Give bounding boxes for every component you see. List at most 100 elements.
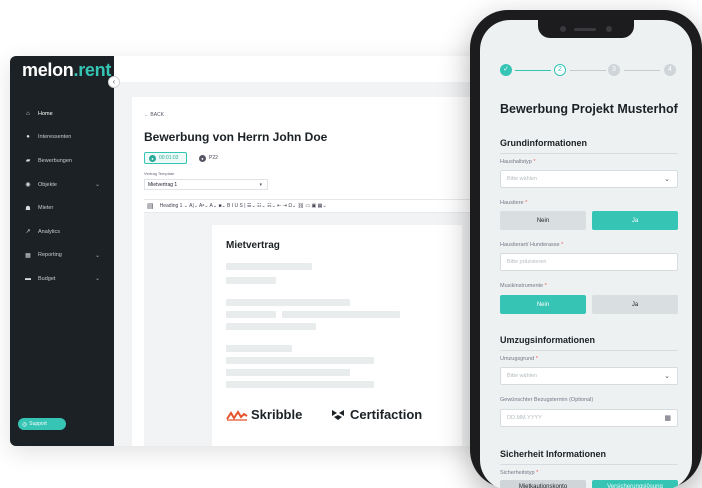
haushaltstyp-select[interactable]: Bitte wählen ⌄ xyxy=(500,170,678,188)
required-mark: * xyxy=(544,283,547,289)
timer-badge: ● 00:01:03 xyxy=(144,152,187,164)
certifaction-icon xyxy=(332,409,344,420)
logo[interactable]: melon.rent xyxy=(22,60,111,81)
sidebar-item-mieter[interactable]: ☗ Mieter xyxy=(10,196,114,220)
placeholder-line xyxy=(226,345,292,352)
step-connector xyxy=(570,70,606,71)
support-button[interactable]: ◎ Support xyxy=(18,418,66,430)
phone-screen: ✓ 2 3 4 Bewerbung Projekt Musterhof Grun… xyxy=(480,20,692,488)
divider xyxy=(500,153,678,154)
mietkautionskonto-button[interactable]: Mietkautionskonto xyxy=(500,480,586,488)
pages-badge: ● P22 xyxy=(195,152,225,164)
sidebar-item-home[interactable]: ⌂ Home xyxy=(10,102,114,126)
musik-nein-button[interactable]: Nein xyxy=(500,295,586,314)
chevron-down-icon: ⌄ xyxy=(94,182,100,189)
pin-icon: ● xyxy=(26,134,30,141)
placeholder: Bitte präzisieren xyxy=(507,259,547,265)
haustierart-input[interactable]: Bitte präzisieren xyxy=(500,253,678,271)
placeholder-line xyxy=(226,311,276,318)
haustiere-ja-button[interactable]: Ja xyxy=(592,211,678,230)
haustiere-label: Haustiere * xyxy=(500,200,527,206)
toolbar-controls: Heading 1 ⌄ A|⌄ Aᵃ⌄ A⌄ ■⌄ B I U S | ☰⌄ ☷… xyxy=(159,203,327,209)
timer-value: 00:01:03 xyxy=(159,155,179,161)
label-text: Haustierart/ Hunderasse xyxy=(500,242,560,248)
home-icon: ⌂ xyxy=(26,110,30,117)
template-select[interactable]: Mietvertrag 1 ▾ xyxy=(144,179,268,190)
musik-ja-button[interactable]: Ja xyxy=(592,295,678,314)
sidebar-item-budget[interactable]: ▬ Budget ⌄ xyxy=(10,267,114,291)
logo-main: melon xyxy=(22,60,74,80)
step-connector xyxy=(624,70,660,71)
required-mark: * xyxy=(535,356,538,362)
editor-area[interactable]: Mietvertrag Skribble Certifaction xyxy=(144,213,500,446)
top-bar xyxy=(114,56,500,82)
bezugstermin-label: Gewünschter Bezugstermin (Optional) xyxy=(500,397,594,403)
step-3[interactable]: 3 xyxy=(608,64,620,76)
bezugstermin-date-input[interactable]: DD.MM.YYYY ▦ xyxy=(500,409,678,427)
label-text: Musikinstrumente xyxy=(500,283,544,289)
certifaction-label: Certifaction xyxy=(350,407,423,422)
chevron-down-icon: ⌄ xyxy=(664,373,670,380)
certifaction-logo: Certifaction xyxy=(330,407,422,422)
document-page: Mietvertrag Skribble Certifaction xyxy=(212,225,462,446)
placeholder-line xyxy=(282,311,400,318)
haushaltstyp-label: Haushaltstyp * xyxy=(500,159,535,165)
template-label: Vertrag Template xyxy=(144,171,175,176)
placeholder-line xyxy=(226,323,316,330)
calendar-icon[interactable]: ▦ xyxy=(664,414,671,422)
sidebar-item-interessenten[interactable]: ● Interessenten xyxy=(10,126,114,150)
sidebar-item-reporting[interactable]: ▦ Reporting ⌄ xyxy=(10,244,114,268)
wallet-icon: ▬ xyxy=(25,275,31,282)
sidebar-item-label: Objekte xyxy=(38,181,57,188)
skribble-logo: Skribble xyxy=(226,407,302,422)
label-text: Umzugsgrund xyxy=(500,356,535,362)
required-mark: * xyxy=(561,242,564,248)
divider xyxy=(500,350,678,351)
logo-accent: .rent xyxy=(73,60,112,80)
sidebar-nav: ⌂ Home ● Interessenten ▰ Bewerbungen ◉ Objek… xyxy=(10,102,114,291)
step-4[interactable]: 4 xyxy=(664,64,676,76)
users-icon: ☗ xyxy=(25,205,31,212)
placeholder-line xyxy=(226,357,374,364)
sidebar-item-label: Analytics xyxy=(38,228,61,235)
sidebar-item-label: Home xyxy=(38,110,53,117)
application-detail-card: ← BACK Bewerbung von Herrn John Doe ● 00:… xyxy=(132,97,500,446)
placeholder-line xyxy=(226,299,350,306)
page-title: Bewerbung von Herrn John Doe xyxy=(144,130,328,144)
sidebar-item-label: Mieter xyxy=(38,205,54,212)
template-value: Mietvertrag 1 xyxy=(148,181,178,188)
section-heading-umzugsinformationen: Umzugsinformationen xyxy=(500,335,596,345)
placeholder-line xyxy=(226,277,276,284)
sidebar-item-bewerbungen[interactable]: ▰ Bewerbungen xyxy=(10,149,114,173)
sicherheitstyp-toggle: Mietkautionskonto Versicherungslösung xyxy=(500,480,678,488)
step-connector xyxy=(515,70,551,71)
required-mark: * xyxy=(525,200,528,206)
sidebar-item-objekte[interactable]: ◉ Objekte ⌄ xyxy=(10,173,114,197)
support-label: Support xyxy=(29,421,47,427)
document-title: Mietvertrag xyxy=(226,240,280,251)
haustierart-label: Haustierart/ Hunderasse * xyxy=(500,242,563,248)
clock-icon: ● xyxy=(149,154,156,162)
haustiere-toggle: Nein Ja xyxy=(500,211,678,230)
back-link[interactable]: ← BACK xyxy=(144,112,164,118)
info-icon: ● xyxy=(199,154,206,162)
phone-frame: ✓ 2 3 4 Bewerbung Projekt Musterhof Grun… xyxy=(470,10,702,488)
editor-toolbar[interactable]: ▤ Heading 1 ⌄ A|⌄ Aᵃ⌄ A⌄ ■⌄ B I U S | ☰⌄ … xyxy=(144,199,500,213)
sidebar-item-analytics[interactable]: ↗ Analytics xyxy=(10,220,114,244)
chevron-down-icon: ▾ xyxy=(259,181,262,188)
chevron-down-icon: ⌄ xyxy=(94,276,100,283)
skribble-signature-icon xyxy=(226,409,248,421)
haustiere-nein-button[interactable]: Nein xyxy=(500,211,586,230)
chart-icon: ↗ xyxy=(25,229,31,236)
placeholder: Bitte wählen xyxy=(507,373,537,379)
musikinstrumente-toggle: Nein Ja xyxy=(500,295,678,314)
umzugsgrund-select[interactable]: Bitte wählen ⌄ xyxy=(500,367,678,385)
collapse-sidebar-button[interactable]: ‹ xyxy=(108,76,120,88)
versicherungsloesung-button[interactable]: Versicherungslösung xyxy=(592,480,678,488)
placeholder-line xyxy=(226,381,374,388)
sicherheitstyp-label: Sicherheitstyp * xyxy=(500,470,538,476)
sidebar-item-label: Budget xyxy=(38,275,56,282)
step-2-current[interactable]: 2 xyxy=(554,64,566,76)
step-1-done[interactable]: ✓ xyxy=(500,64,512,76)
folder-icon: ▰ xyxy=(25,158,31,165)
